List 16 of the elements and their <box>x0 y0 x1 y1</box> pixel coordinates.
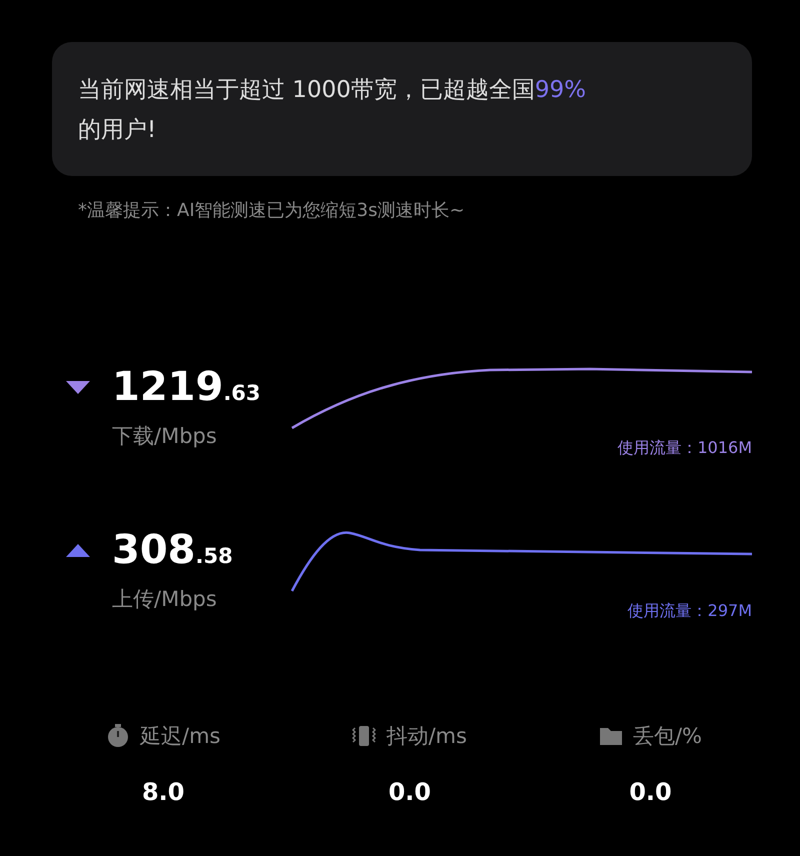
unit-label: 下载/Mbps <box>112 423 218 450</box>
traffic-label: 使用流量：297M <box>628 601 752 622</box>
speed-value: 1219.63 <box>112 364 261 410</box>
summary-text: 当前网速相当于超过 1000带宽，已超越全国99% 的用户! <box>78 76 587 145</box>
unit-label: 上传/Mbps <box>112 586 218 613</box>
tip-text: *温馨提示：AI智能测速已为您缩短3s测速时长~ <box>78 199 466 222</box>
speed-value: 308.58 <box>112 527 233 573</box>
vibration-icon <box>352 724 376 748</box>
metric-value: 0.0 <box>629 778 672 806</box>
metric-label: 延迟/ms <box>140 723 220 750</box>
metric-label: 抖动/ms <box>386 723 467 750</box>
stopwatch-icon <box>106 724 130 748</box>
metric-value: 0.0 <box>388 778 431 806</box>
traffic-label: 使用流量：1016M <box>617 438 752 459</box>
metric-value: 8.0 <box>142 778 184 806</box>
metric-label: 丢包/% <box>632 723 702 750</box>
